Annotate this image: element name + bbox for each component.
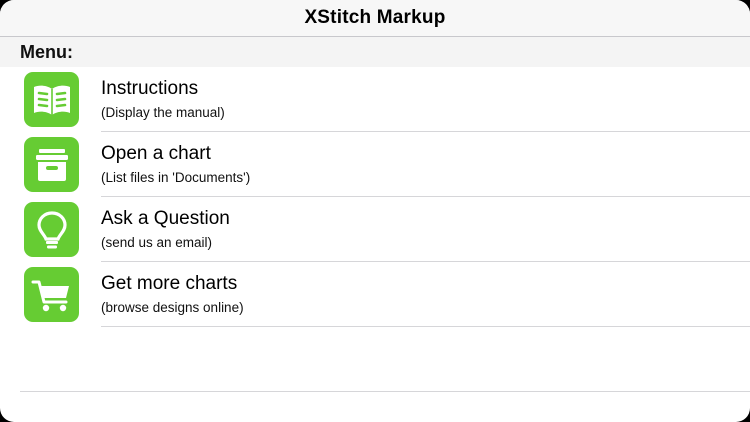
menu-section-header: Menu: [0,37,750,67]
menu-item-instructions[interactable]: Instructions (Display the manual) [0,67,750,132]
menu-header-label: Menu: [20,42,73,62]
item-title: Ask a Question [101,208,230,229]
menu-list: Instructions (Display the manual) Open a… [0,67,750,392]
item-title: Get more charts [101,273,238,294]
file-drawer-icon [24,137,79,192]
empty-row [0,327,750,392]
menu-item-get-more-charts[interactable]: Get more charts (browse designs online) [0,262,750,327]
navigation-bar: XStitch Markup [0,0,750,37]
item-subtitle: (List files in 'Documents') [101,170,251,185]
menu-item-ask-question[interactable]: Ask a Question (send us an email) [0,197,750,262]
shopping-cart-icon [24,267,79,322]
item-subtitle: (send us an email) [101,235,213,250]
nav-title: XStitch Markup [304,7,446,28]
book-icon [24,72,79,127]
lightbulb-icon [24,202,79,257]
item-subtitle: (Display the manual) [101,105,225,120]
app-screen: XStitch Markup Menu: Instructions (Displ… [0,0,750,422]
menu-item-open-chart[interactable]: Open a chart (List files in 'Documents') [0,132,750,197]
item-title: Open a chart [101,143,211,164]
item-subtitle: (browse designs online) [101,300,244,315]
item-title: Instructions [101,78,199,99]
